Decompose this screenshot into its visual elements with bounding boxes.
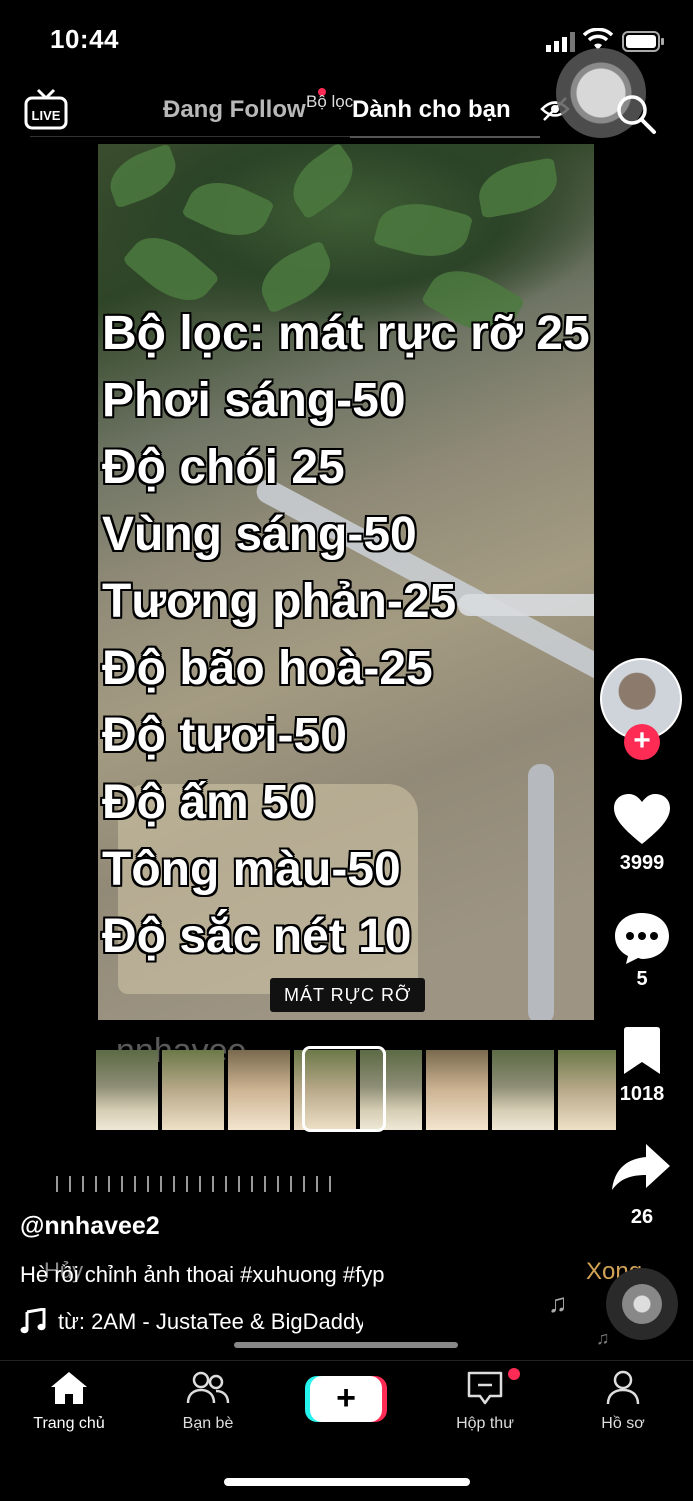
slider-tick bbox=[212, 1176, 214, 1192]
share-arrow-icon[interactable] bbox=[610, 1142, 672, 1192]
slider-tick bbox=[56, 1176, 58, 1192]
status-time: 10:44 bbox=[50, 24, 119, 54]
comment-icon[interactable] bbox=[612, 910, 672, 966]
nav-friends-label: Bạn bè bbox=[182, 1415, 234, 1432]
slider-tick bbox=[264, 1176, 266, 1192]
slider-tick bbox=[147, 1176, 149, 1192]
slider-tick bbox=[238, 1176, 240, 1192]
slider-tick bbox=[186, 1176, 188, 1192]
slider-tick bbox=[82, 1176, 84, 1192]
search-icon[interactable] bbox=[614, 92, 658, 136]
tab-divider bbox=[30, 136, 350, 137]
tab-for-you[interactable]: Dành cho bạn bbox=[352, 96, 511, 124]
comment-count: 5 bbox=[636, 968, 648, 990]
nav-home[interactable]: Trang chủ bbox=[14, 1370, 124, 1433]
caption-line: Tương phản-25 bbox=[102, 575, 457, 628]
filter-thumbnail[interactable] bbox=[228, 1050, 290, 1130]
creator-username[interactable]: @nnhavee2 bbox=[20, 1212, 160, 1241]
slider-tick bbox=[199, 1176, 201, 1192]
filter-thumbnail[interactable] bbox=[426, 1050, 488, 1130]
nav-friends[interactable]: Bạn bè bbox=[153, 1370, 263, 1433]
home-icon bbox=[51, 1372, 87, 1404]
slider-tick bbox=[225, 1176, 227, 1192]
slider-tick bbox=[290, 1176, 292, 1192]
floating-note-icon: ♫ bbox=[548, 1288, 568, 1318]
slider-tick bbox=[329, 1176, 331, 1192]
slider-tick bbox=[277, 1176, 279, 1192]
leaf-decor bbox=[372, 193, 474, 267]
slider-tick bbox=[173, 1176, 175, 1192]
signal-icon bbox=[546, 32, 575, 52]
caption-line: Độ chói 25 bbox=[102, 441, 345, 494]
filter-thumbnail[interactable] bbox=[162, 1050, 224, 1130]
sound-title[interactable]: từ: 2AM - JustaTee & BigDaddy bbox=[58, 1309, 363, 1335]
inbox-icon bbox=[467, 1371, 503, 1405]
leaf-decor bbox=[474, 157, 562, 219]
slider-tick bbox=[134, 1176, 136, 1192]
slider-tick bbox=[303, 1176, 305, 1192]
music-disc-cover bbox=[622, 1284, 662, 1324]
bookmark-icon[interactable] bbox=[620, 1026, 664, 1076]
filter-name-label: MÁT RỰC RỠ bbox=[270, 978, 426, 1012]
live-label: LIVE bbox=[32, 108, 61, 123]
caption-line: Độ bão hoà-25 bbox=[102, 642, 433, 695]
caption-line: Vùng sáng-50 bbox=[102, 508, 417, 561]
save-count: 1018 bbox=[619, 1083, 665, 1105]
slider-tick bbox=[95, 1176, 97, 1192]
tab-active-underline bbox=[350, 136, 540, 138]
follow-button[interactable]: + bbox=[624, 724, 660, 760]
caption-line: Độ sắc nét 10 bbox=[102, 910, 412, 963]
share-count: 26 bbox=[630, 1206, 654, 1228]
caption-line: Độ tươi-50 bbox=[102, 709, 347, 762]
leaf-decor bbox=[181, 169, 275, 249]
nav-profile-label: Hồ sơ bbox=[601, 1415, 645, 1432]
caption-line: Tông màu-50 bbox=[102, 843, 401, 896]
music-note-icon bbox=[20, 1308, 46, 1334]
nav-inbox[interactable]: Hộp thư bbox=[430, 1370, 540, 1433]
filter-settings-caption: Bộ lọc: mát rực rỡ 25 Phơi sáng-50 Độ ch… bbox=[102, 300, 662, 970]
filter-thumbnail[interactable] bbox=[492, 1050, 554, 1130]
nav-inbox-label: Hộp thư bbox=[456, 1415, 514, 1432]
live-button[interactable]: LIVE bbox=[24, 88, 68, 132]
heart-icon[interactable] bbox=[612, 792, 672, 848]
create-button[interactable]: + bbox=[310, 1376, 382, 1422]
home-indicator[interactable] bbox=[224, 1478, 470, 1486]
slider-tick bbox=[69, 1176, 71, 1192]
filter-thumbnail[interactable] bbox=[96, 1050, 158, 1130]
live-tv-icon: LIVE bbox=[24, 88, 68, 130]
friends-icon bbox=[186, 1371, 230, 1404]
tab-overlay-label: Bộ lọc bbox=[306, 92, 354, 111]
adjust-slider[interactable] bbox=[56, 1176, 331, 1192]
slider-tick bbox=[108, 1176, 110, 1192]
nav-home-label: Trang chủ bbox=[33, 1415, 105, 1432]
battery-icon bbox=[622, 31, 664, 52]
nav-profile[interactable]: Hồ sơ bbox=[568, 1370, 678, 1433]
slider-tick bbox=[160, 1176, 162, 1192]
inbox-notification-dot bbox=[508, 1368, 520, 1380]
leaf-decor bbox=[102, 144, 184, 209]
slider-tick bbox=[121, 1176, 123, 1192]
caption-line: Độ ấm 50 bbox=[102, 776, 316, 829]
tab-following[interactable]: Đang Follow bbox=[163, 96, 306, 124]
caption-line: Phơi sáng-50 bbox=[102, 374, 406, 427]
profile-icon bbox=[606, 1370, 640, 1405]
slider-tick bbox=[316, 1176, 318, 1192]
selected-thumbnail-frame bbox=[302, 1046, 386, 1132]
floating-note-icon: ♫ bbox=[596, 1328, 610, 1348]
slider-tick bbox=[251, 1176, 253, 1192]
leaf-decor bbox=[281, 144, 365, 220]
caption-line: Bộ lọc: mát rực rỡ 25 bbox=[102, 307, 590, 360]
edit-cancel-button[interactable]: Hủy bbox=[44, 1258, 83, 1284]
like-count: 3999 bbox=[619, 852, 665, 874]
video-progress-bar[interactable] bbox=[234, 1342, 458, 1348]
